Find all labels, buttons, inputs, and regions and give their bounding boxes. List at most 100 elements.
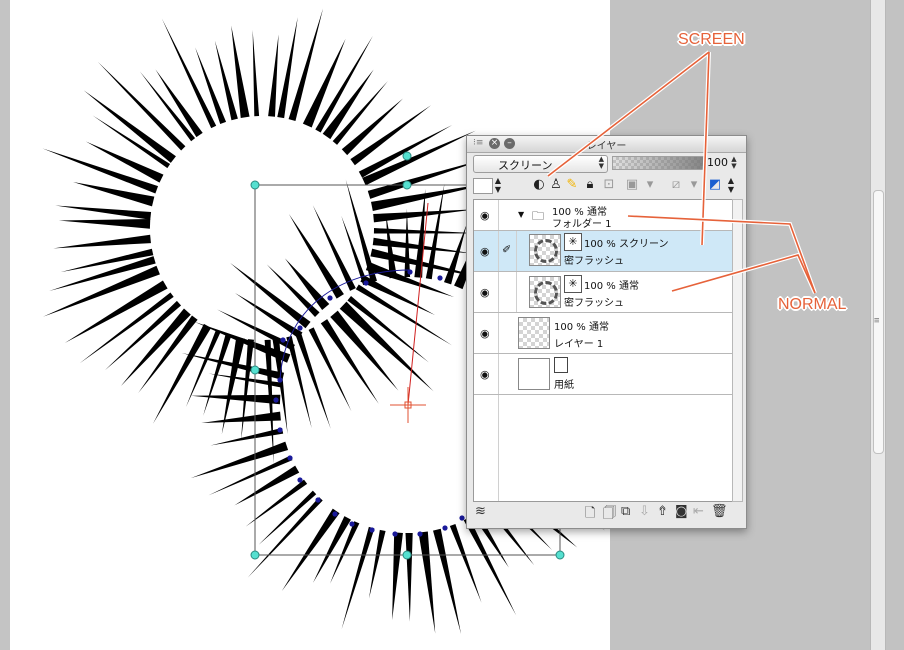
transform-handle[interactable] <box>402 550 412 560</box>
mask-stepper-icon[interactable]: ▾ <box>643 176 657 194</box>
layer-row-name: 密フラッシュ <box>564 298 624 309</box>
new-vector-layer-icon[interactable]: 🗍︎ <box>603 504 616 526</box>
lock-transparent-icon[interactable]: ⊡ <box>601 176 617 194</box>
layer-row-screen-flash[interactable]: ◉ ✐ ✳ 100 % スクリーン 密フラッシュ <box>474 231 732 272</box>
layer-row-name: 用紙 <box>554 380 574 391</box>
annotation-normal: NORMAL <box>778 296 847 313</box>
flash-ray <box>247 497 323 578</box>
draft-layer-icon[interactable]: ✎ <box>565 176 579 194</box>
folder-icon: 🗀︎ <box>532 209 545 223</box>
mask-enable-icon[interactable]: ▣ <box>623 176 641 194</box>
blend-mode-value: スクリーン <box>498 159 553 172</box>
create-mask-icon[interactable]: ◙ <box>675 504 688 519</box>
path-point[interactable] <box>437 275 443 281</box>
layer-row-label: 100 % スクリーン <box>584 239 669 250</box>
clipping-icon[interactable]: ◐ <box>531 176 547 194</box>
opacity-slider-fill <box>613 157 703 169</box>
eye-icon[interactable]: ◉ <box>480 209 490 222</box>
path-point[interactable] <box>417 531 423 537</box>
layer-row-layer1[interactable]: ◉ 100 % 通常 レイヤー 1 <box>474 313 732 354</box>
eye-icon[interactable]: ◉ <box>480 368 490 381</box>
path-point[interactable] <box>442 525 448 531</box>
transform-handle[interactable] <box>555 550 565 560</box>
path-point[interactable] <box>407 269 413 275</box>
path-point[interactable] <box>280 337 286 343</box>
transform-handle[interactable] <box>250 365 260 375</box>
new-folder-icon[interactable]: ⧉ <box>621 504 630 519</box>
annotation-screen: SCREEN <box>678 31 745 48</box>
layer-toolbar: ▲ ▼ ◐ ♙ ✎ 🔒︎ ⊡ ▣ ▾ ⧄ ▾ ◩ ▲ ▼ <box>473 176 741 196</box>
path-point[interactable] <box>349 521 355 527</box>
layer-list-empty-area[interactable] <box>474 395 732 501</box>
flash-ray <box>42 265 160 317</box>
path-point[interactable] <box>315 497 321 503</box>
paper-layer-icon <box>554 357 568 373</box>
select-arrows-icon: ▲ ▼ <box>598 155 604 170</box>
opacity-stepper-icon[interactable]: ▲ ▼ <box>729 156 739 170</box>
flash-ray <box>79 292 174 364</box>
flash-ray <box>368 529 386 599</box>
flash-ray <box>60 248 154 273</box>
layer-stack-icon[interactable]: ≋ <box>475 504 486 519</box>
layer-row-name: レイヤー 1 <box>554 339 604 350</box>
path-point[interactable] <box>392 531 398 537</box>
eye-icon[interactable]: ◉ <box>480 245 490 258</box>
layer-list-scrollbar[interactable] <box>732 199 743 502</box>
path-point[interactable] <box>273 397 279 403</box>
flash-ray <box>195 47 227 125</box>
path-point[interactable] <box>297 477 303 483</box>
path-point[interactable] <box>297 325 303 331</box>
path-point[interactable] <box>369 527 375 533</box>
combine-layer-icon[interactable]: ⇮ <box>657 504 668 519</box>
layer-row-paper[interactable]: ◉ 用紙 <box>474 354 732 395</box>
layer-thumbnail <box>529 276 561 308</box>
new-raster-layer-icon[interactable]: 🗋︎ <box>585 504 595 526</box>
ruler-stepper-icon[interactable]: ▾ <box>687 176 701 194</box>
flash-ray <box>231 25 250 118</box>
flash-ray <box>268 34 279 117</box>
layer-color-icon[interactable]: ◩ <box>707 176 723 194</box>
blend-mode-select[interactable]: スクリーン ▲ ▼ <box>473 155 608 173</box>
path-point[interactable] <box>287 455 293 461</box>
layer-panel: ⁝≡ × – レイヤー スクリーン ▲ ▼ 100 ▲ ▼ ▲ ▼ ◐ ♙ ✎ 🔒︎ … <box>466 135 747 529</box>
flash-ray <box>58 218 151 229</box>
opacity-slider[interactable] <box>612 156 704 170</box>
lock-icon[interactable]: 🔒︎ <box>583 176 597 194</box>
flash-ray <box>433 528 462 635</box>
transform-handle[interactable] <box>402 180 412 190</box>
layer-list: ◉ ▼ 🗀︎ 100 % 通常 フォルダー 1 ◉ ✐ ✳ 100 % スクリー… <box>473 199 733 502</box>
path-point[interactable] <box>277 427 283 433</box>
flash-ray <box>241 339 254 441</box>
transform-handle[interactable] <box>250 550 260 560</box>
path-control-points[interactable] <box>273 269 465 537</box>
transfer-down-icon[interactable]: ⇩ <box>639 504 650 519</box>
layer-row-label: 100 % 通常 <box>554 322 609 333</box>
reference-layer-icon[interactable]: ♙ <box>549 176 563 194</box>
layer-row-normal-flash[interactable]: ◉ ✳ 100 % 通常 密フラッシュ <box>474 272 732 313</box>
layer-row-name: 密フラッシュ <box>564 256 624 267</box>
panel-titlebar[interactable]: ⁝≡ × – レイヤー <box>467 136 746 153</box>
edit-brush-icon[interactable]: ✐ <box>502 243 511 256</box>
transform-handle[interactable] <box>402 151 412 161</box>
swatch-stepper-icon[interactable]: ▲ ▼ <box>493 176 503 194</box>
layer-color-swatch[interactable] <box>473 178 493 194</box>
transform-handle[interactable] <box>250 180 260 190</box>
eye-icon[interactable]: ◉ <box>480 327 490 340</box>
layer-row-folder[interactable]: ◉ ▼ 🗀︎ 100 % 通常 フォルダー 1 <box>474 200 732 231</box>
flash-ray <box>339 301 434 392</box>
flash-ray <box>373 209 477 223</box>
path-point[interactable] <box>332 511 338 517</box>
flash-layer-type-icon: ✳ <box>564 233 582 251</box>
opacity-value[interactable]: 100 <box>707 156 728 169</box>
eye-icon[interactable]: ◉ <box>480 286 490 299</box>
path-point[interactable] <box>459 515 465 521</box>
ruler-icon[interactable]: ⧄ <box>667 176 685 194</box>
pivot-crosshair[interactable] <box>390 387 426 423</box>
folder-expand-icon[interactable]: ▼ <box>518 210 524 219</box>
path-point[interactable] <box>363 280 369 286</box>
color-stepper-icon[interactable]: ▲ ▼ <box>725 176 737 194</box>
path-point[interactable] <box>277 377 283 383</box>
apply-mask-icon[interactable]: ⇤ <box>693 504 704 519</box>
trash-icon[interactable]: 🗑︎ <box>711 504 728 519</box>
path-point[interactable] <box>327 295 333 301</box>
